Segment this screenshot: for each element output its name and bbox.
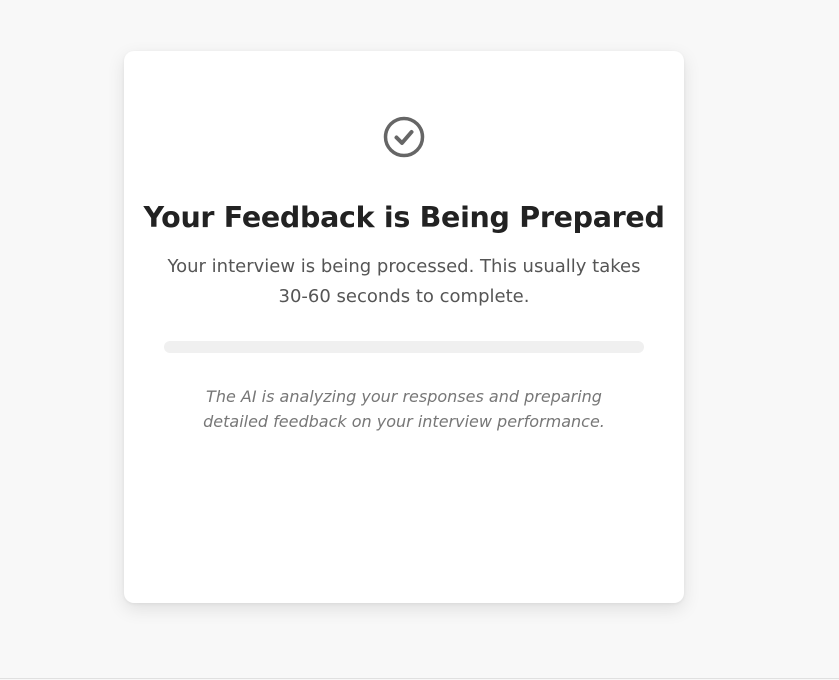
feedback-status-card: Your Feedback is Being Prepared Your int… [124, 51, 684, 603]
processing-message: Your interview is being processed. This … [167, 256, 641, 307]
page-bottom-divider [0, 678, 839, 679]
check-circle-icon [383, 116, 425, 158]
progress-bar [164, 341, 644, 353]
page-title: Your Feedback is Being Prepared [143, 201, 665, 234]
analysis-note: The AI is analyzing your responses and p… [203, 387, 605, 431]
